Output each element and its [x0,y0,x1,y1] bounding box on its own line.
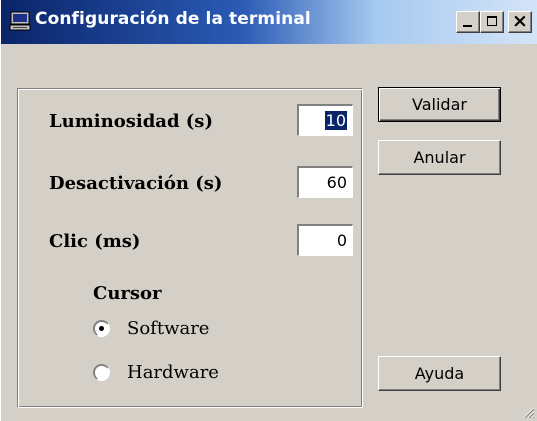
terminal-icon [9,11,31,31]
luminosity-value: 10 [324,111,347,130]
radio-hardware-label: Hardware [127,362,219,383]
help-button[interactable]: Ayuda [378,356,501,391]
resize-grip-icon[interactable] [521,405,535,419]
window-title: Configuración de la terminal [35,9,311,29]
click-field[interactable]: 0 [297,224,353,256]
cursor-heading: Cursor [93,283,162,304]
click-label: Clic (ms) [49,231,141,252]
radio-hardware-button[interactable] [93,364,110,381]
close-button[interactable]: × [508,10,532,33]
cancel-button[interactable]: Anular [378,140,501,175]
luminosity-label: Luminosidad (s) [49,111,213,132]
validate-button[interactable]: Validar [378,87,501,122]
luminosity-field[interactable]: 10 [297,104,353,136]
minimize-button[interactable] [456,11,480,33]
dialog-window: Configuración de la terminal × Luminosid… [0,0,537,421]
minimize-icon [463,25,472,27]
deactivation-field[interactable]: 60 [297,166,353,198]
close-icon: × [512,10,528,32]
maximize-button[interactable] [480,11,504,33]
title-bar[interactable]: Configuración de la terminal × [1,0,537,44]
maximize-icon [487,16,497,26]
deactivation-label: Desactivación (s) [49,173,223,194]
radio-software-label: Software [127,318,210,339]
radio-software-button[interactable] [93,320,110,337]
radio-checked-dot [99,326,104,331]
